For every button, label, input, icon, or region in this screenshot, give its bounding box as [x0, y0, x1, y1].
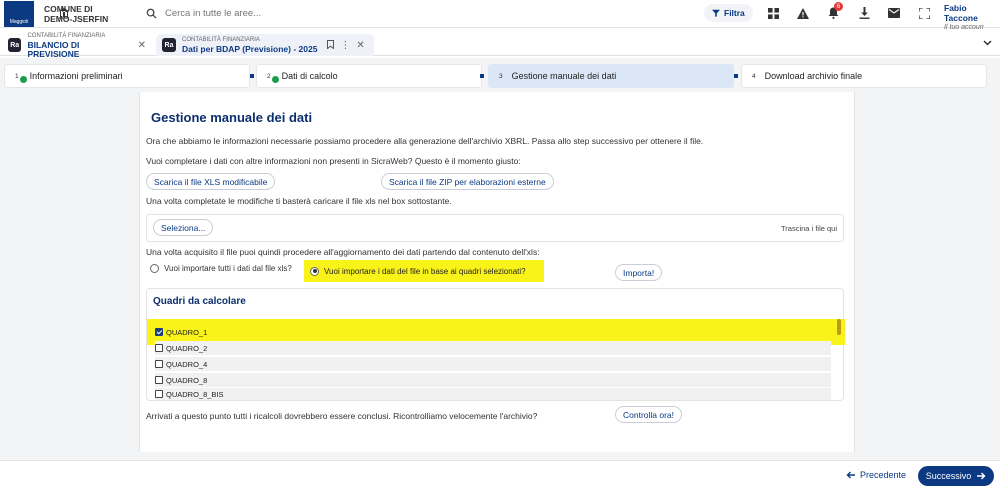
- fullscreen-icon[interactable]: [914, 4, 934, 22]
- tab-title: BILANCIO DI PREVISIONE: [27, 39, 80, 59]
- download-xls-button[interactable]: Scarica il file XLS modificabile: [146, 173, 276, 190]
- step-label: Gestione manuale dei dati: [511, 71, 617, 81]
- chevron-down-icon[interactable]: [983, 38, 992, 49]
- next-button[interactable]: Successivo: [918, 466, 994, 486]
- step-connector: [734, 74, 738, 78]
- warning-icon[interactable]: [793, 4, 813, 22]
- quadro-item[interactable]: QUADRO_2: [155, 341, 831, 355]
- radio-label: Vuoi importare i dati del file in base a…: [324, 266, 526, 276]
- radio-button-selected[interactable]: [310, 266, 319, 276]
- more-options-icon[interactable]: ⋮: [340, 40, 350, 51]
- step-completed-icon: [19, 75, 27, 83]
- quadro-label: QUADRO_8_BIS: [166, 389, 224, 399]
- next-label: Successivo: [925, 471, 972, 481]
- notifications-badge: 6: [834, 2, 843, 11]
- dropzone-hint: Trascina i file qui: [781, 224, 837, 233]
- page-title: Gestione manuale dei dati: [151, 110, 313, 125]
- quadro-item[interactable]: QUADRO_8: [155, 373, 831, 387]
- close-tab-icon[interactable]: ✕: [356, 40, 364, 51]
- download-icon[interactable]: [854, 4, 874, 22]
- step-gestione-manuale[interactable]: 3 Gestione manuale dei dati: [488, 64, 734, 88]
- module-icon: Ra: [8, 38, 22, 52]
- quadro-label: QUADRO_2: [166, 343, 208, 353]
- step-number: 2: [267, 72, 271, 80]
- user-name: Fabio Taccone: [944, 3, 978, 23]
- content-card: Gestione manuale dei dati Ora che abbiam…: [139, 92, 855, 452]
- step-label: Dati di calcolo: [281, 71, 338, 81]
- document-tabs: Ra CONTABILITÀ FINANZIARIA BILANCIO DI P…: [0, 32, 1000, 59]
- step-download-archivio[interactable]: 4 Download archivio finale: [741, 64, 987, 88]
- wizard-footer: Precedente Successivo: [0, 460, 1000, 488]
- organization-name: COMUNE DI DEMO-JSERFIN: [44, 4, 108, 24]
- step-number: 3: [499, 72, 503, 80]
- checkbox[interactable]: [155, 344, 163, 352]
- filter-label: Filtra: [724, 8, 745, 18]
- step-completed-icon: [271, 75, 279, 83]
- check-now-button[interactable]: Controlla ora!: [615, 406, 683, 423]
- radio-import-selected[interactable]: Vuoi importare i dati del file in base a…: [304, 260, 544, 282]
- step-connector: [480, 74, 484, 78]
- radio-import-all[interactable]: Vuoi importare tutti i dati dal file xls…: [150, 264, 292, 273]
- final-text: Arrivati a questo punto tutti i ricalcol…: [146, 411, 538, 421]
- mail-icon[interactable]: [884, 4, 904, 22]
- checkbox[interactable]: [155, 376, 163, 384]
- notifications-bell-icon[interactable]: 6: [823, 2, 843, 22]
- step-label: Informazioni preliminari: [29, 71, 123, 81]
- bookmark-icon[interactable]: [327, 39, 335, 51]
- filter-icon: [712, 9, 720, 17]
- download-zip-button[interactable]: Scarica il file ZIP per elaborazioni est…: [381, 173, 554, 190]
- institution-icon[interactable]: [58, 7, 70, 19]
- quadro-label: QUADRO_8: [166, 375, 208, 385]
- global-search[interactable]: [137, 2, 757, 24]
- quadri-panel: Quadri da calcolare QUADRO_1 QUADRO_2 QU…: [146, 288, 845, 401]
- upload-instructions: Una volta completate le modifiche ti bas…: [146, 196, 452, 206]
- quadro-item[interactable]: QUADRO_4: [155, 357, 831, 371]
- step-number: 4: [752, 72, 756, 80]
- select-file-button[interactable]: Seleziona...: [153, 219, 214, 236]
- import-instructions: Una volta acquisito il file puoi quindi …: [146, 247, 540, 257]
- tab-title: Dati per BDAP (Previsione) - 2025: [182, 44, 318, 54]
- checkbox[interactable]: [155, 360, 163, 368]
- tab-bilancio-di-previsione[interactable]: Ra CONTABILITÀ FINANZIARIA BILANCIO DI P…: [2, 33, 152, 59]
- previous-button[interactable]: Precedente: [846, 470, 906, 480]
- wizard-steps: 1 Informazioni preliminari 2 Dati di cal…: [0, 58, 1000, 92]
- user-menu[interactable]: Fabio Taccone Il tuo accoun: [944, 3, 1000, 33]
- org-line1: COMUNE DI: [44, 3, 93, 14]
- radio-button[interactable]: [150, 264, 159, 273]
- arrow-left-icon: [846, 471, 855, 479]
- quadro-item[interactable]: QUADRO_8_BIS: [155, 388, 831, 400]
- intro-text: Ora che abbiamo le informazioni necessar…: [146, 136, 704, 146]
- quadro-label: QUADRO_4: [166, 359, 208, 369]
- main-area: Gestione manuale dei dati Ora che abbiam…: [0, 92, 1000, 460]
- tab-dati-bdap[interactable]: Ra CONTABILITÀ FINANZIARIA Dati per BDAP…: [156, 34, 374, 56]
- question-text: Vuoi completare i dati con altre informa…: [146, 156, 521, 166]
- scrollbar-thumb[interactable]: [837, 319, 841, 335]
- maggioli-logo: Maggioli: [4, 0, 34, 27]
- step-dati-di-calcolo[interactable]: 2 Dati di calcolo: [256, 64, 482, 88]
- checkbox-checked[interactable]: [155, 328, 163, 336]
- step-connector: [250, 74, 254, 78]
- close-tab-icon[interactable]: ✕: [138, 40, 146, 51]
- file-dropzone[interactable]: Seleziona... Trascina i file qui: [146, 214, 844, 242]
- apps-grid-icon[interactable]: [763, 4, 783, 22]
- quadri-title: Quadri da calcolare: [153, 296, 246, 307]
- quadro-label: QUADRO_1: [166, 327, 208, 337]
- org-line2: DEMO-JSERFIN: [44, 13, 109, 24]
- step-informazioni-preliminari[interactable]: 1 Informazioni preliminari: [4, 64, 250, 88]
- checkbox[interactable]: [155, 390, 163, 398]
- search-icon: [143, 5, 159, 21]
- filter-button[interactable]: Filtra: [704, 4, 753, 22]
- radio-label: Vuoi importare tutti i dati dal file xls…: [164, 264, 292, 273]
- step-number: 1: [15, 72, 19, 80]
- previous-label: Precedente: [860, 470, 907, 480]
- search-input[interactable]: [165, 7, 465, 19]
- step-label: Download archivio finale: [764, 71, 863, 81]
- module-icon: Ra: [162, 38, 176, 52]
- arrow-right-icon: [977, 472, 986, 480]
- import-button[interactable]: Importa!: [615, 264, 663, 281]
- quadro-item[interactable]: QUADRO_1: [155, 325, 831, 339]
